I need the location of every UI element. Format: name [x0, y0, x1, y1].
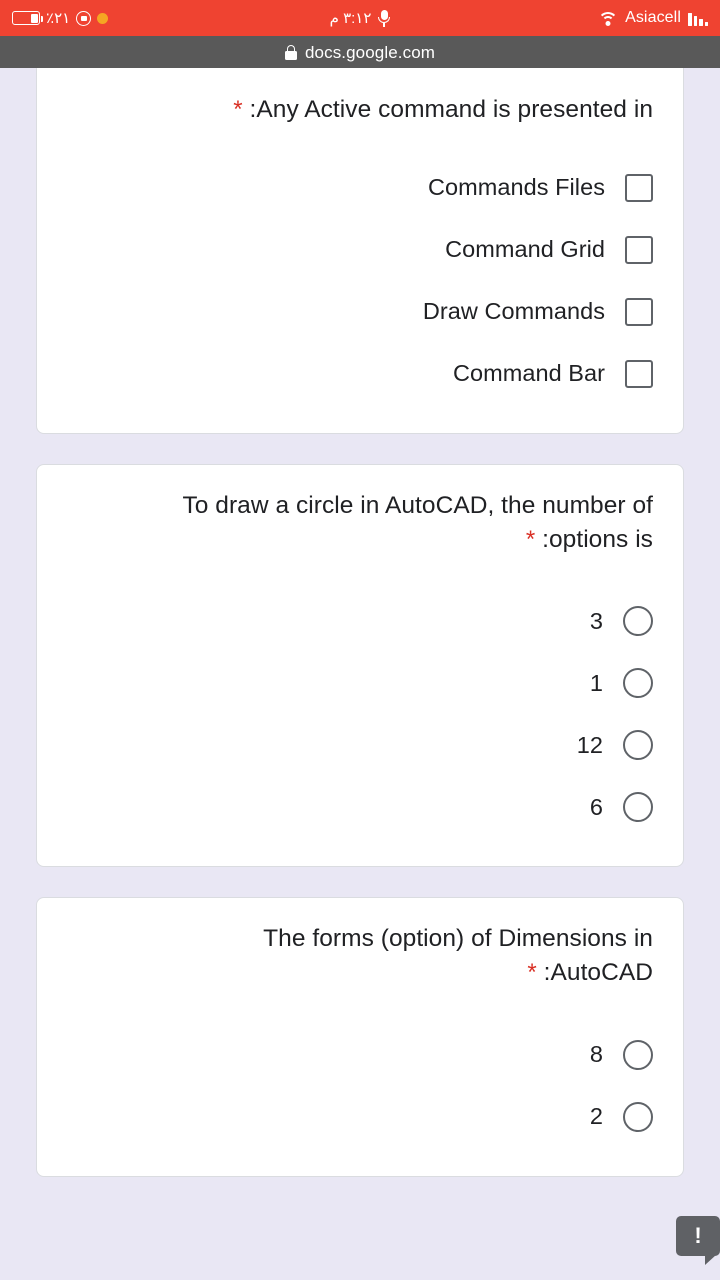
status-bar-right: Asiacell: [598, 0, 708, 36]
battery-percent-label: ٪٢١: [46, 9, 71, 27]
required-asterisk-2: *: [525, 525, 536, 553]
option-label: 2: [589, 1103, 603, 1130]
radio-icon[interactable]: [623, 792, 653, 823]
carrier-label: Asiacell: [625, 9, 681, 26]
option-row[interactable]: Command Bar: [67, 343, 653, 405]
url-label: docs.google.com: [304, 42, 436, 62]
question-card-2: To draw a circle in AutoCAD, the number …: [36, 463, 684, 868]
option-label: 8: [589, 1041, 603, 1068]
radio-icon[interactable]: [623, 1039, 653, 1070]
notification-dot-icon: [97, 12, 109, 24]
question-title-3: The forms (option) of Dimensions in * :A…: [67, 922, 653, 990]
option-label: Command Grid: [445, 236, 605, 263]
option-label: Draw Commands: [422, 298, 605, 325]
microphone-icon: [378, 9, 391, 27]
option-row[interactable]: 8: [67, 1024, 653, 1086]
lock-icon: [284, 44, 297, 60]
question-card-3: The forms (option) of Dimensions in * :A…: [36, 897, 684, 1177]
question-title-2: To draw a circle in AutoCAD, the number …: [67, 489, 653, 557]
option-label: 3: [589, 607, 603, 634]
radio-icon[interactable]: [623, 730, 653, 761]
question-title-1: * :Any Active command is presented in: [67, 93, 653, 127]
option-label: Command Bar: [452, 360, 605, 387]
clock-label: ٣:١٢ م: [329, 9, 372, 27]
signal-bars-icon: [688, 11, 708, 26]
checkbox-icon[interactable]: [625, 359, 653, 388]
option-list-2: 3 1 12 6: [67, 590, 653, 838]
wifi-icon: [598, 11, 619, 26]
question-card-1: * :Any Active command is presented in Co…: [36, 68, 684, 434]
required-asterisk-3: *: [527, 959, 537, 987]
question-title-line2-2: :options is: [542, 525, 653, 553]
option-row[interactable]: 6: [67, 776, 653, 838]
status-bar: ٪٢١ ٣:١٢ م Asiacell: [0, 0, 720, 36]
option-row[interactable]: 2: [67, 1086, 653, 1148]
exclamation-badge[interactable]: !: [676, 1216, 720, 1265]
checkbox-icon[interactable]: [625, 235, 653, 264]
option-label: 12: [576, 731, 603, 758]
option-row[interactable]: 3: [67, 590, 653, 652]
battery-icon: [12, 11, 43, 25]
option-row[interactable]: Command Grid: [67, 219, 653, 281]
option-row[interactable]: 12: [67, 714, 653, 776]
form-scroll-area[interactable]: * :Any Active command is presented in Co…: [0, 68, 720, 1280]
option-row[interactable]: Draw Commands: [67, 281, 653, 343]
question-title-line1-3: The forms (option) of Dimensions in: [263, 925, 653, 953]
question-title-line2-3: :AutoCAD: [543, 959, 653, 987]
question-title-text-1: :Any Active command is presented in: [249, 96, 653, 123]
option-list-3: 8 2: [67, 1024, 653, 1148]
radio-icon[interactable]: [623, 668, 653, 699]
option-row[interactable]: 1: [67, 652, 653, 714]
option-row[interactable]: Commands Files: [67, 157, 653, 219]
status-bar-left: ٪٢١: [12, 0, 109, 36]
exclamation-icon: !: [694, 1223, 702, 1248]
radio-icon[interactable]: [623, 606, 653, 637]
option-label: 6: [589, 793, 603, 820]
checkbox-icon[interactable]: [625, 173, 653, 202]
radio-icon[interactable]: [623, 1101, 653, 1132]
option-label: Commands Files: [428, 174, 605, 201]
checkbox-icon[interactable]: [625, 297, 653, 326]
browser-url-bar[interactable]: docs.google.com: [0, 36, 720, 68]
question-title-line1-2: To draw a circle in AutoCAD, the number …: [182, 491, 653, 519]
rotation-lock-icon: [76, 10, 92, 26]
option-label: 1: [589, 669, 603, 696]
option-list-1: Commands Files Command Grid Draw Command…: [67, 157, 653, 405]
required-asterisk-1: *: [233, 96, 243, 123]
